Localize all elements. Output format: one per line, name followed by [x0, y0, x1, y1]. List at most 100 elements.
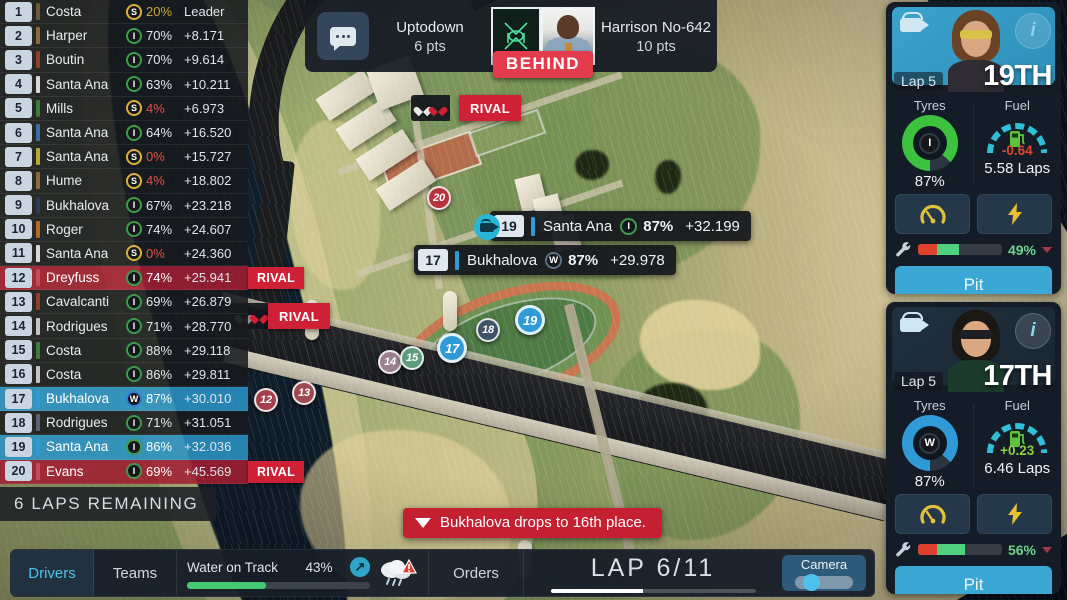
tyre-compound-icon: I: [919, 132, 941, 154]
table-row[interactable]: 1 Costa S 20% Leader: [0, 0, 248, 25]
camera-icon[interactable]: [474, 214, 500, 240]
fuel-laps: 6.46 Laps: [984, 460, 1051, 477]
table-row[interactable]: 6 Santa Ana I 64% +16.520: [0, 120, 248, 146]
boost-button[interactable]: [977, 194, 1052, 234]
team-color-bar: [36, 220, 40, 238]
boost-button[interactable]: [977, 494, 1052, 534]
standings-tyre-wear: 20%: [146, 4, 173, 20]
lightning-icon: [1007, 203, 1022, 225]
rival-badge: RIVAL: [248, 460, 305, 483]
table-row[interactable]: 2 Harper I 70% +8.171: [0, 24, 248, 49]
table-row[interactable]: 17 Bukhalova W 87% +30.010: [0, 387, 248, 412]
chat-button[interactable]: [317, 12, 369, 60]
chevron-down-icon[interactable]: [1042, 546, 1052, 553]
matchup-right-name: Harrison No-642: [600, 19, 712, 37]
table-row[interactable]: 14 Rodrigues I 71% +28.770: [0, 314, 248, 339]
table-row[interactable]: 4 Santa Ana I 63% +10.211: [0, 72, 248, 97]
map-car-marker[interactable]: 19: [515, 305, 545, 335]
team-color-bar: [36, 462, 40, 480]
tyre-wear-ring: W: [901, 415, 958, 471]
info-icon[interactable]: i: [1015, 313, 1051, 349]
pit-button[interactable]: Pit: [895, 566, 1052, 594]
driver-lap-label: Lap 5: [894, 372, 944, 390]
table-row[interactable]: 15 Costa I 88% +29.118: [0, 338, 248, 363]
map-car-marker[interactable]: 17: [437, 333, 467, 363]
status-badge-behind: BEHIND: [492, 51, 594, 78]
standings-gap: +26.879: [184, 294, 232, 310]
map-car-marker[interactable]: 15: [400, 346, 424, 370]
damage-percent: 56%: [1007, 541, 1036, 558]
camera-icon[interactable]: [900, 312, 930, 336]
chevron-down-icon[interactable]: [1042, 246, 1052, 253]
damage-percent: 49%: [1007, 241, 1036, 258]
standings-driver-name: Cavalcanti: [46, 294, 110, 310]
standings-gap: +29.811: [184, 366, 231, 382]
driver-position: 17TH: [983, 360, 1052, 392]
fuel-gauge[interactable]: Fuel -0.64 5.58 Laps: [974, 98, 1062, 190]
info-icon[interactable]: i: [1015, 13, 1051, 49]
table-row[interactable]: 11 Santa Ana S 0% +24.360: [0, 241, 248, 267]
table-row[interactable]: 8 Hume S 4% +18.802: [0, 169, 248, 194]
driver-header: i Lap 5 19TH: [886, 2, 1061, 94]
tyres-gauge[interactable]: Tyres I 87%: [886, 98, 974, 190]
driver-standings-list[interactable]: 1 Costa S 20% Leader 2 Harper I 70% +8.171 3 Boutin…: [0, 0, 305, 484]
tab-teams[interactable]: Teams: [94, 550, 177, 596]
standings-driver-name: Santa Ana: [46, 125, 109, 141]
table-row[interactable]: 20 Evans I 69% +45.569 RIVAL: [0, 459, 305, 484]
map-car-marker[interactable]: 18: [476, 318, 500, 342]
weather-widget[interactable]: Water on Track 43% ↗: [177, 550, 429, 596]
tyre-compound-icon: I: [126, 221, 142, 238]
table-row[interactable]: 7 Santa Ana S 0% +15.727: [0, 145, 248, 170]
standings-driver-name: Rodrigues: [46, 318, 108, 334]
map-car-marker[interactable]: 13: [292, 381, 316, 405]
fuel-gauge[interactable]: Fuel +0.23 6.46 Laps: [974, 398, 1062, 490]
map-car-marker[interactable]: 20: [427, 186, 451, 210]
standings-tyre-wear: 69%: [146, 463, 173, 479]
pace-button[interactable]: [895, 494, 970, 534]
map-car-marker[interactable]: 12: [254, 388, 278, 412]
tab-drivers[interactable]: Drivers: [11, 550, 94, 596]
table-row[interactable]: 13 Cavalcanti I 69% +26.879: [0, 290, 248, 315]
map-tooltip-driver-17[interactable]: 17 Bukhalova W 87% +29.978: [414, 245, 676, 275]
standings-driver-name: Roger: [46, 221, 83, 237]
table-row[interactable]: 3 Boutin I 70% +9.614: [0, 48, 248, 73]
camera-icon[interactable]: [900, 12, 930, 36]
camera-toggle-button[interactable]: Camera: [782, 555, 866, 591]
tyre-compound-icon: I: [126, 124, 142, 141]
standings-position: 17: [5, 388, 32, 409]
table-row[interactable]: 5 Mills S 4% +6.973: [0, 96, 248, 121]
rival-flag-map-2[interactable]: RIVAL: [268, 303, 331, 329]
pit-button[interactable]: Pit: [895, 266, 1052, 294]
tyre-compound-icon: S: [126, 245, 142, 262]
tyres-gauge[interactable]: Tyres W 87%: [886, 398, 974, 490]
standings-position: 5: [5, 98, 32, 119]
pace-button[interactable]: [895, 194, 970, 234]
camera-toggle-knob[interactable]: [803, 574, 820, 591]
driver-panel-1[interactable]: i Lap 5 19TH Tyres I 87% Fuel -0.64 5.58 Laps 49%…: [886, 2, 1061, 294]
team-color-bar: [36, 269, 40, 287]
table-row[interactable]: 18 Rodrigues I 71% +31.051: [0, 411, 248, 436]
fuel-delta: +0.23: [1000, 443, 1035, 458]
rival-flag-map-1[interactable]: RIVAL: [459, 95, 522, 121]
standings-tyre-wear: 87%: [146, 391, 173, 407]
driver-action-buttons: [886, 190, 1061, 234]
camera-label: Camera: [800, 557, 848, 572]
tyre-compound-icon: I: [126, 366, 142, 383]
table-row[interactable]: 10 Roger I 74% +24.607: [0, 217, 248, 242]
damage-meter[interactable]: 49%: [886, 234, 1061, 261]
standings-tyre-wear: 63%: [146, 76, 173, 92]
table-row[interactable]: 9 Bukhalova I 67% +23.218: [0, 193, 248, 218]
camera-toggle-track[interactable]: [795, 574, 853, 591]
matchup-left-team: Uptodown 6 pts: [369, 17, 491, 55]
orders-button[interactable]: Orders: [429, 550, 524, 596]
team-color-bar: [36, 341, 40, 359]
table-row[interactable]: 19 Santa Ana I 86% +32.036: [0, 435, 248, 460]
standings-position: 8: [5, 170, 32, 191]
damage-meter[interactable]: 56%: [886, 534, 1061, 561]
table-row[interactable]: 12 Dreyfuss I 74% +25.941 RIVAL: [0, 266, 305, 291]
table-row[interactable]: 16 Costa I 86% +29.811: [0, 362, 248, 387]
speedometer-icon: [919, 504, 946, 524]
map-tooltip-driver-19[interactable]: 19 Santa Ana I 87% +32.199: [474, 211, 751, 241]
map-car-marker[interactable]: 14: [378, 350, 402, 374]
driver-panel-2[interactable]: i Lap 5 17TH Tyres W 87% Fuel +0.23 6.46 Laps 56%…: [886, 302, 1061, 594]
